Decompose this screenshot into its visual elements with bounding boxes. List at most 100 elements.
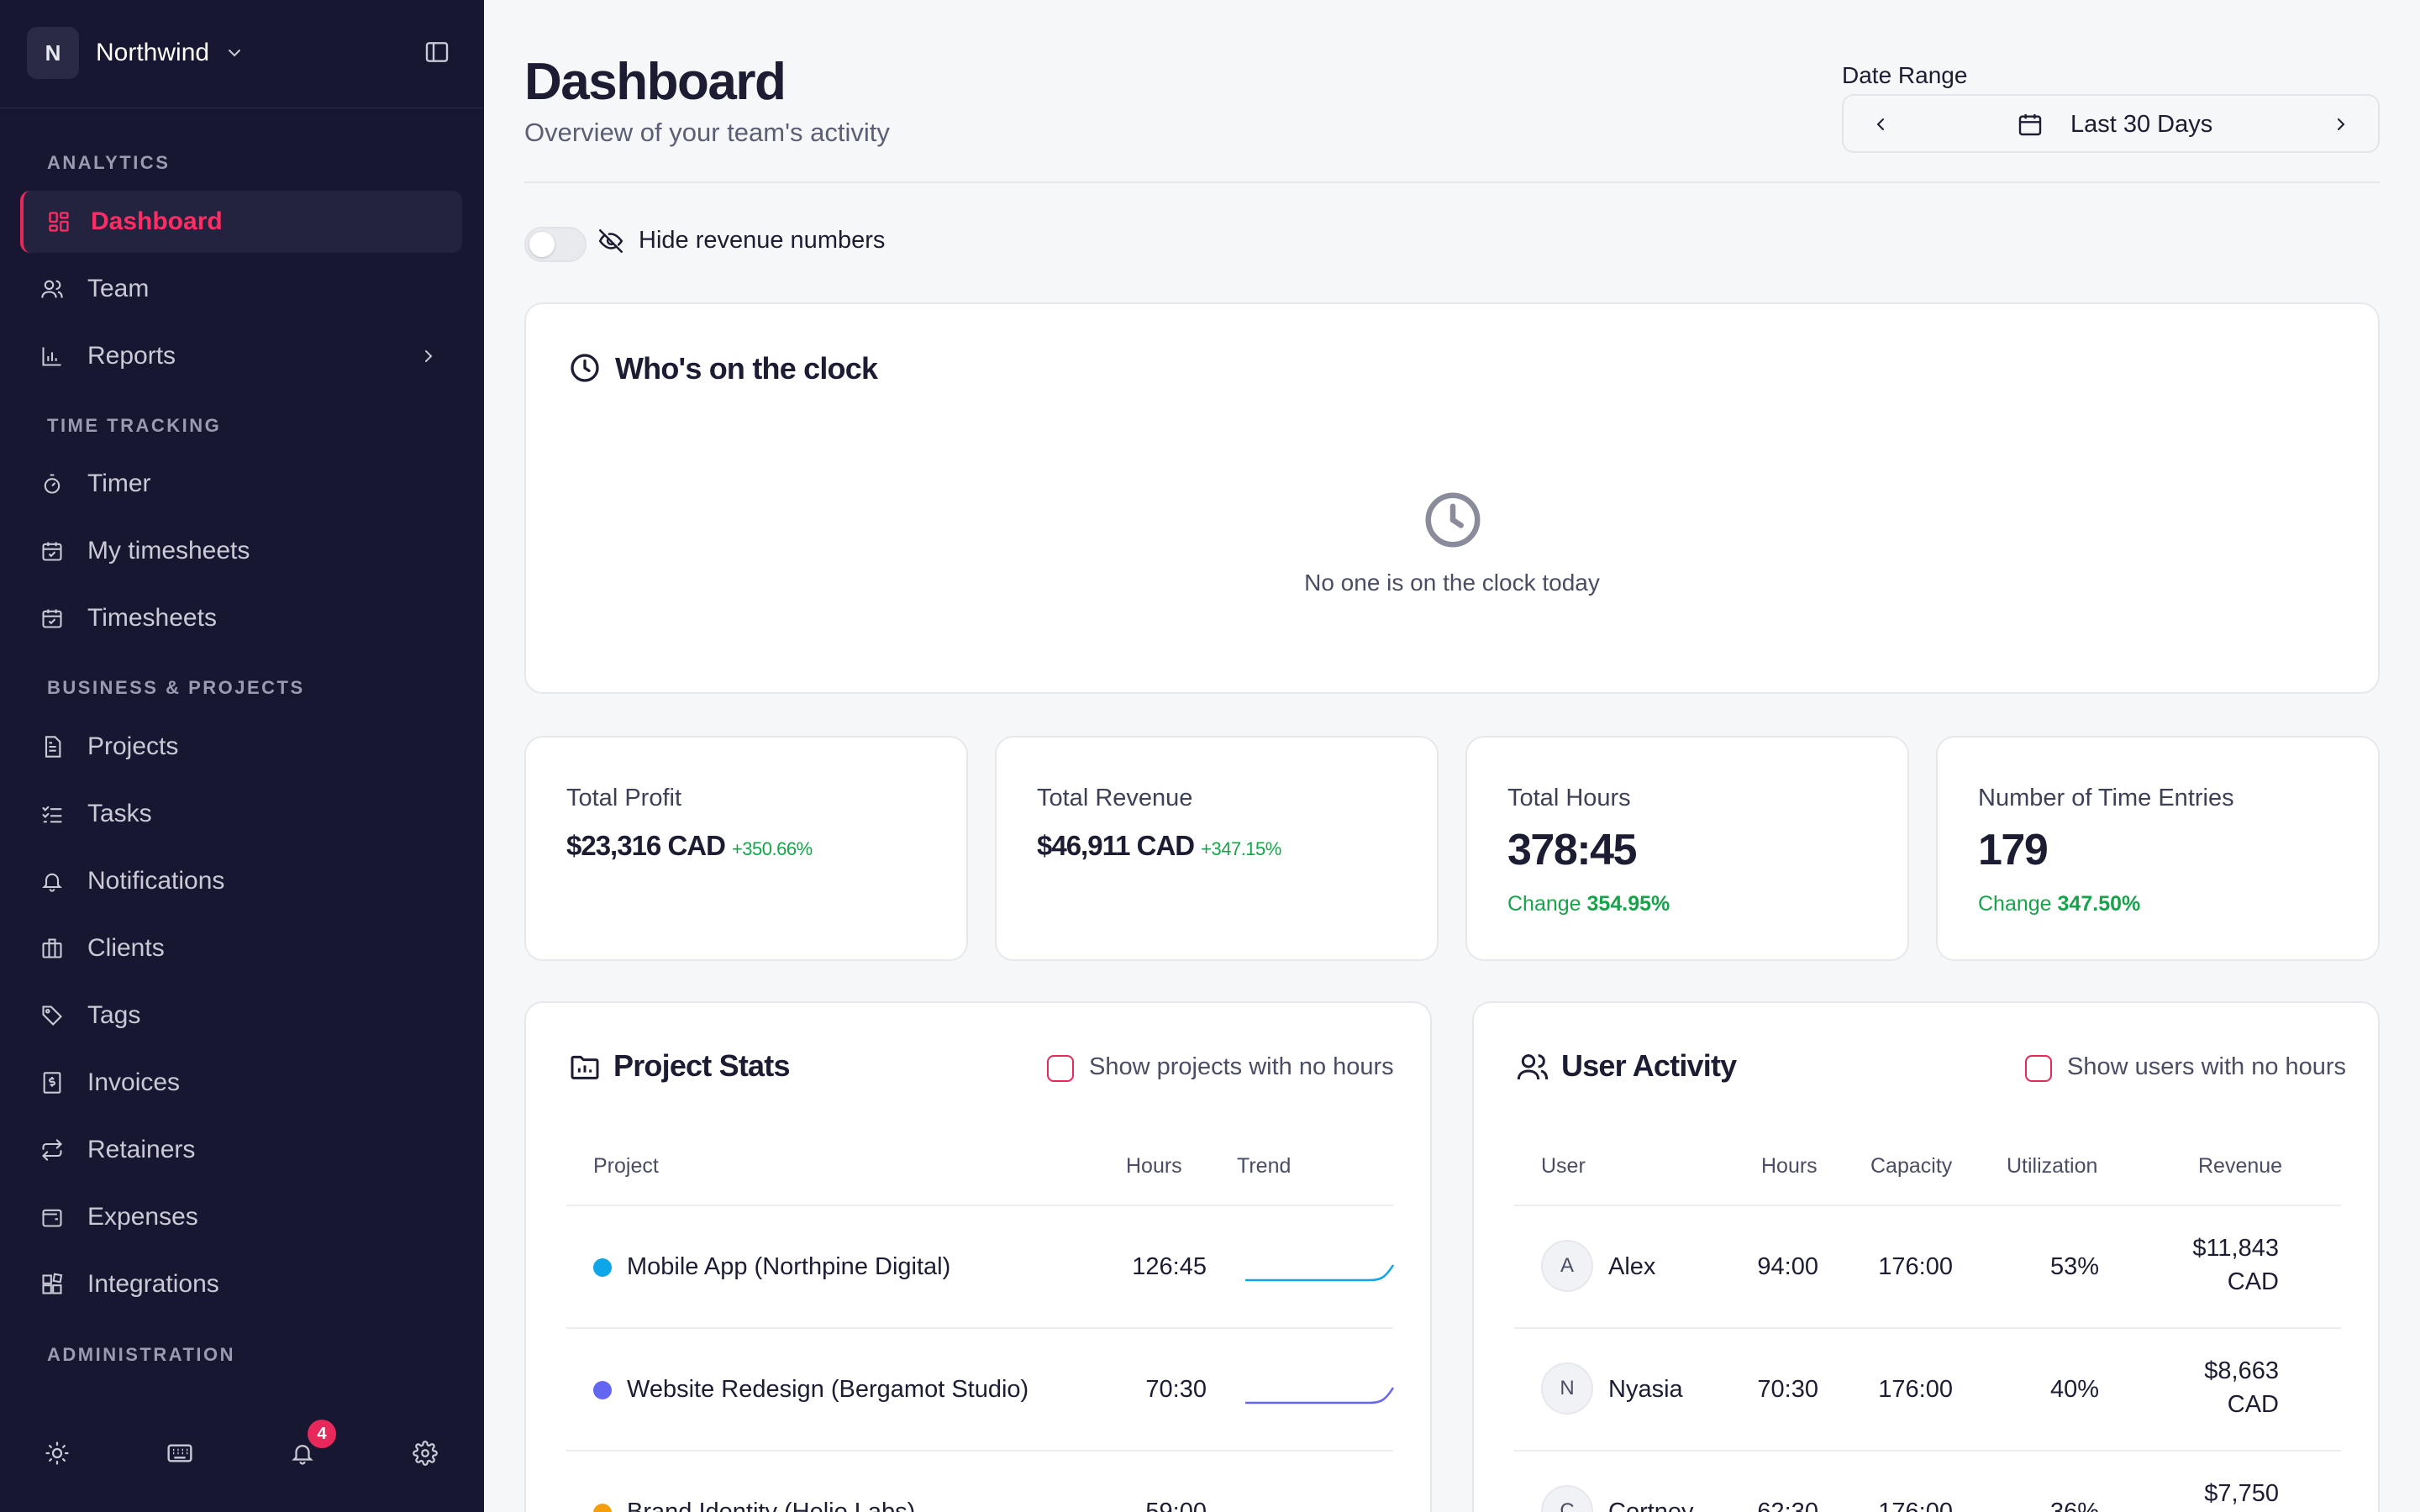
sidebar: N Northwind ANALYTICS Dashboard Team Rep… — [0, 0, 484, 1512]
sidebar-item-expenses[interactable]: Expenses — [20, 1186, 462, 1248]
sun-icon[interactable] — [42, 1438, 72, 1468]
user-activity-panel: User Activity Show users with no hours U… — [1472, 1001, 2380, 1512]
sidebar-item-label: Team — [87, 275, 150, 302]
user-name: Nyasia — [1608, 1376, 1683, 1403]
sidebar-item-label: My timesheets — [87, 537, 250, 564]
kpi-change: +347.15% — [1201, 838, 1281, 859]
sidebar-item-my-timesheets[interactable]: My timesheets — [20, 520, 462, 582]
show-projects-label: Show projects with no hours — [1089, 1053, 1394, 1080]
sidebar-item-retainers[interactable]: Retainers — [20, 1119, 462, 1181]
user-capacity: 176:00 — [1878, 1499, 1953, 1512]
sidebar-item-invoices[interactable]: Invoices — [20, 1052, 462, 1114]
project-color-dot — [593, 1504, 612, 1512]
workspace-avatar: N — [27, 27, 79, 79]
sidebar-item-tasks[interactable]: Tasks — [20, 783, 462, 845]
sidebar-item-integrations[interactable]: Integrations — [20, 1253, 462, 1315]
hide-revenue-toggle[interactable] — [524, 227, 587, 262]
show-users-checkbox[interactable] — [2025, 1055, 2052, 1082]
kpi-label: Number of Time Entries — [1978, 785, 2234, 811]
tag-icon — [40, 1004, 64, 1027]
kpi-change-wrap: Change 347.50% — [1978, 892, 2140, 916]
kpi-total-profit: Total Profit $23,316 CAD +350.66% — [524, 736, 968, 961]
chevron-down-icon — [224, 43, 245, 63]
calendar-icon — [40, 539, 64, 563]
col-trend: Trend — [1237, 1154, 1292, 1178]
sidebar-item-label: Notifications — [87, 867, 225, 895]
wallet-icon — [40, 1205, 64, 1229]
workspace-switcher[interactable]: N Northwind — [27, 27, 245, 79]
building-icon — [40, 937, 64, 960]
notification-badge: 4 — [308, 1420, 336, 1448]
user-activity-title: User Activity — [1561, 1048, 1737, 1083]
kpi-label: Total Hours — [1507, 785, 1631, 811]
row-divider — [566, 1450, 1393, 1452]
chevron-left-icon[interactable] — [1870, 114, 1891, 139]
show-projects-checkbox[interactable] — [1047, 1055, 1074, 1082]
stopwatch-icon — [40, 472, 64, 496]
trend-sparkline — [1244, 1495, 1395, 1512]
sidebar-item-projects[interactable]: Projects — [20, 716, 462, 778]
clock-icon — [568, 351, 602, 389]
calendar-icon — [2017, 111, 2044, 142]
sidebar-item-notifications[interactable]: Notifications — [20, 850, 462, 912]
col-project: Project — [593, 1154, 659, 1178]
project-stats-title: Project Stats — [613, 1048, 790, 1083]
kpi-label: Total Revenue — [1037, 785, 1193, 811]
row-divider — [1514, 1450, 2341, 1452]
sidebar-item-dashboard[interactable]: Dashboard — [20, 191, 462, 253]
kpi-total-hours: Total Hours 378:45 Change 354.95% — [1465, 736, 1909, 961]
sidebar-item-label: Invoices — [87, 1068, 181, 1096]
kpi-value-wrap: $23,316 CAD +350.66% — [566, 830, 813, 862]
project-stats-panel: Project Stats Show projects with no hour… — [524, 1001, 1432, 1512]
bar-chart-icon — [40, 344, 64, 368]
project-hours: 59:00 — [1145, 1499, 1207, 1512]
user-revenue: $11,843 CAD — [2111, 1231, 2279, 1299]
sidebar-item-label: Retainers — [87, 1136, 196, 1163]
keyboard-icon[interactable] — [165, 1438, 195, 1468]
sidebar-item-reports[interactable]: Reports — [20, 325, 462, 387]
section-business-projects: BUSINESS & PROJECTS — [47, 677, 305, 698]
chevron-right-icon[interactable] — [2331, 114, 2351, 139]
kpi-value: $46,911 CAD — [1037, 830, 1195, 861]
col-revenue: Revenue — [2198, 1154, 2283, 1178]
user-hours: 94:00 — [1757, 1253, 1818, 1280]
invoice-icon — [40, 1071, 64, 1095]
kpi-change-prefix: Change — [1507, 892, 1581, 916]
sidebar-item-team[interactable]: Team — [20, 258, 462, 320]
user-capacity: 176:00 — [1878, 1376, 1953, 1403]
sidebar-item-timer[interactable]: Timer — [20, 453, 462, 515]
users-icon — [40, 277, 64, 301]
sidebar-footer — [0, 1393, 484, 1512]
project-hours: 70:30 — [1145, 1376, 1207, 1403]
kpi-total-revenue: Total Revenue $46,911 CAD +347.15% — [995, 736, 1439, 961]
gear-icon[interactable] — [410, 1438, 440, 1468]
kpi-change: 354.95% — [1586, 892, 1670, 916]
sidebar-item-label: Expenses — [87, 1203, 198, 1231]
date-range-picker[interactable]: Last 30 Days — [1842, 94, 2380, 153]
sidebar-item-label: Timer — [87, 470, 151, 497]
col-hours: Hours — [1761, 1154, 1818, 1178]
page-subtitle: Overview of your team's activity — [524, 118, 890, 147]
revenue-currency: CAD — [2227, 1268, 2279, 1295]
dashboard-icon — [47, 210, 71, 234]
row-divider — [566, 1327, 1393, 1329]
sidebar-item-label: Clients — [87, 934, 165, 962]
kpi-change-prefix: Change — [1978, 892, 2052, 916]
project-hours: 126:45 — [1132, 1253, 1207, 1280]
col-hours: Hours — [1126, 1154, 1182, 1178]
sidebar-item-clients[interactable]: Clients — [20, 917, 462, 979]
project-color-dot — [593, 1258, 612, 1277]
kpi-value-wrap: $46,911 CAD +347.15% — [1037, 830, 1281, 862]
bell-icon — [40, 869, 64, 893]
sidebar-toggle-icon[interactable] — [424, 39, 454, 69]
sidebar-item-label: Integrations — [87, 1270, 219, 1298]
user-revenue: $8,663 CAD — [2111, 1354, 2279, 1421]
date-range-value: Last 30 Days — [2070, 111, 2213, 138]
sidebar-item-tags[interactable]: Tags — [20, 984, 462, 1047]
sidebar-item-timesheets[interactable]: Timesheets — [20, 587, 462, 649]
project-color-dot — [593, 1381, 612, 1399]
row-divider — [1514, 1327, 2341, 1329]
kpi-change: +350.66% — [731, 838, 813, 859]
trend-sparkline — [1245, 1387, 1395, 1404]
revenue-amount: $11,843 — [2192, 1235, 2279, 1262]
